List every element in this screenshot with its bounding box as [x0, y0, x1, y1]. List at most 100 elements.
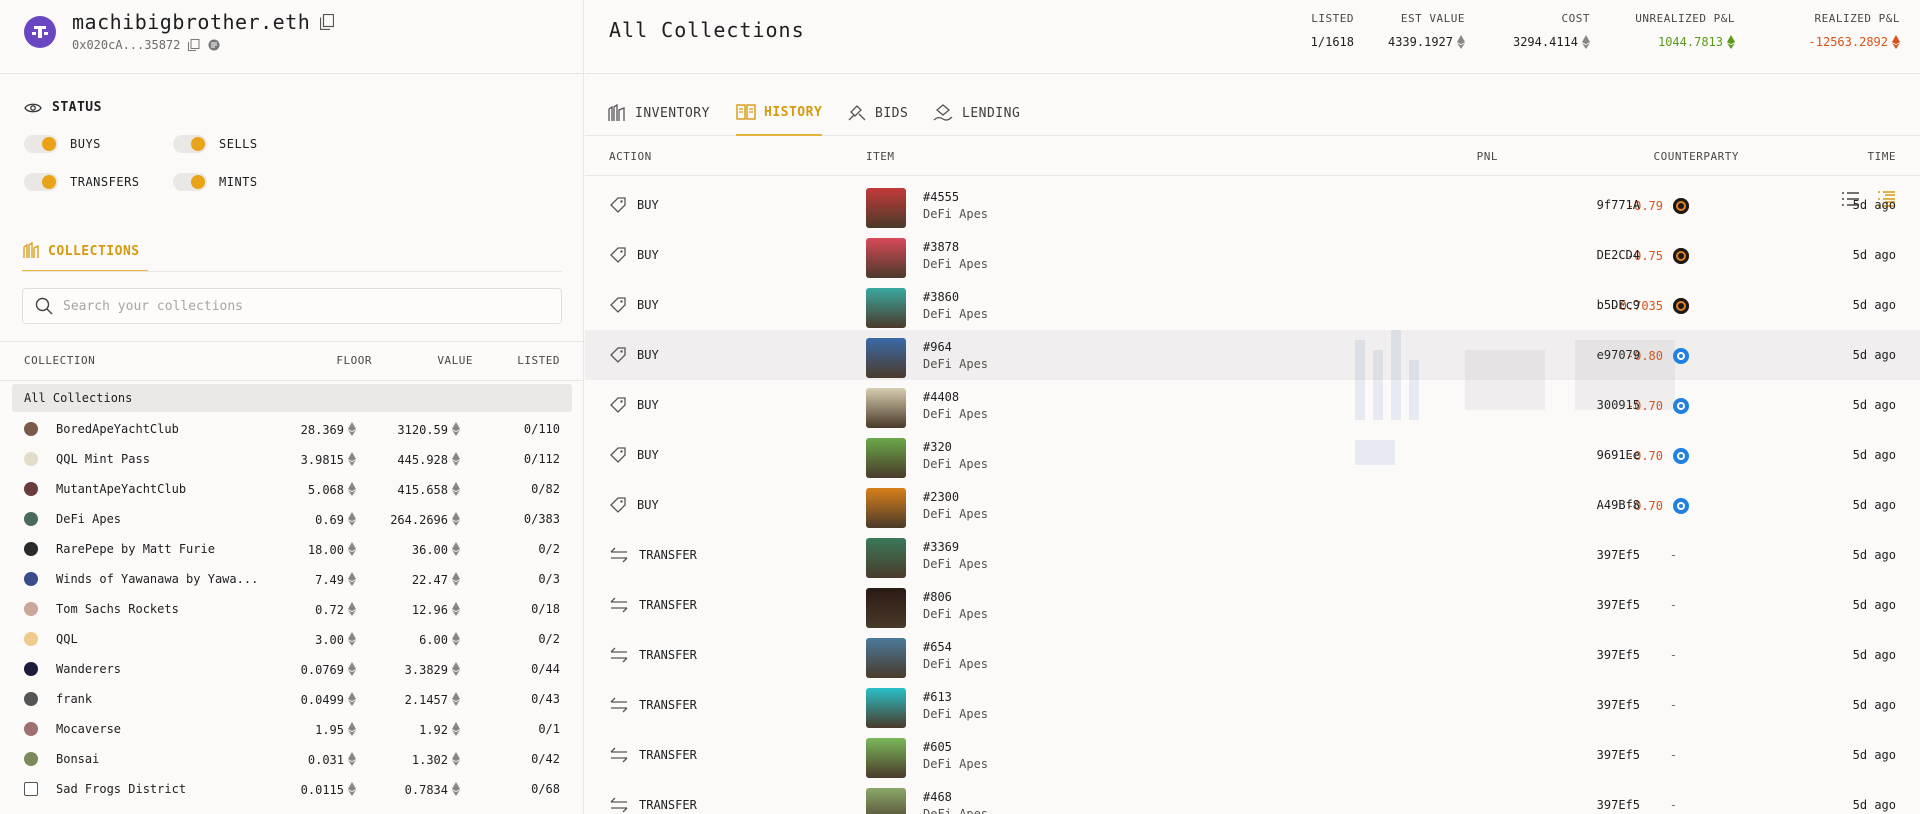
toggle-sells[interactable]: SELLS	[173, 135, 258, 153]
collection-floor: 0.72	[315, 602, 356, 617]
collection-row[interactable]: RarePepe by Matt Furie 18.00 36.00 0/2	[0, 534, 584, 564]
col-header-item: ITEM	[866, 150, 895, 163]
history-row[interactable]: BUY #4555 DeFi Apes -0.79 9f771A 5d ago	[585, 180, 1920, 230]
collection-row[interactable]: Sad Frogs District 0.0115 0.7834 0/68	[0, 774, 584, 804]
collection-icon	[24, 662, 38, 676]
collection-row[interactable]: MutantApeYachtClub 5.068 415.658 0/82	[0, 474, 584, 504]
collection-row[interactable]: Tom Sachs Rockets 0.72 12.96 0/18	[0, 594, 584, 624]
collection-row[interactable]: BoredApeYachtClub 28.369 3120.59 0/110	[0, 414, 584, 444]
toggle-switch[interactable]	[173, 135, 207, 153]
stat-listed: LISTED 1/1618	[1311, 12, 1354, 49]
col-header-floor[interactable]: FLOOR	[336, 354, 372, 367]
collection-icon	[24, 422, 38, 436]
stat-value: 3294.4114	[1512, 35, 1578, 49]
history-row[interactable]: TRANSFER #613 DeFi Apes -397Ef5 5d ago	[585, 680, 1920, 730]
toggle-switch[interactable]	[24, 135, 58, 153]
counterparty[interactable]: 397Ef5	[585, 598, 1920, 612]
history-table-header: ACTION ITEM PNL COUNTERPARTY TIME	[585, 136, 1920, 176]
stat-value-row: -12563.2892	[1809, 35, 1900, 49]
history-row[interactable]: BUY #4408 DeFi Apes -0.70 300915 5d ago	[585, 380, 1920, 430]
history-row[interactable]: BUY #320 DeFi Apes -0.70 9691Ee 5d ago	[585, 430, 1920, 480]
eth-icon	[452, 662, 460, 676]
collection-row[interactable]: Mocaverse 1.95 1.92 0/1	[0, 714, 584, 744]
history-row[interactable]: BUY #2300 DeFi Apes -0.70 A49Bf8 5d ago	[585, 480, 1920, 530]
tab-bids[interactable]: BIDS	[847, 90, 908, 136]
left-panel: machibigbrother.eth 0x020cA...35872 STAT…	[0, 0, 584, 814]
collection-row[interactable]: Bonsai 0.031 1.302 0/42	[0, 744, 584, 774]
counterparty[interactable]: 300915	[585, 398, 1920, 412]
counterparty[interactable]: 9691Ee	[585, 448, 1920, 462]
col-header-value[interactable]: VALUE	[437, 354, 473, 367]
toggle-transfers[interactable]: TRANSFERS	[24, 173, 140, 191]
eth-icon	[452, 452, 460, 466]
collection-row[interactable]: Wanderers 0.0769 3.3829 0/44	[0, 654, 584, 684]
history-row[interactable]: TRANSFER #806 DeFi Apes -397Ef5 5d ago	[585, 580, 1920, 630]
history-row[interactable]: BUY #3860 DeFi Apes -0.7035 b5DEc9 5d ago	[585, 280, 1920, 330]
time-ago: 5d ago	[1852, 798, 1896, 812]
tab-history[interactable]: HISTORY	[736, 90, 823, 136]
collection-value: 22.47	[412, 572, 460, 587]
time-ago: 5d ago	[1852, 348, 1896, 362]
counterparty[interactable]: 397Ef5	[585, 748, 1920, 762]
collection-search[interactable]	[22, 288, 562, 324]
toggle-switch[interactable]	[173, 173, 207, 191]
history-row[interactable]: TRANSFER #605 DeFi Apes -397Ef5 5d ago	[585, 730, 1920, 780]
collection-value: 6.00	[419, 632, 460, 647]
floor-value: 0.0115	[300, 783, 344, 797]
eth-icon	[1727, 35, 1735, 49]
toggle-buys[interactable]: BUYS	[24, 135, 101, 153]
collection-value: 2.1457	[405, 692, 460, 707]
copy-address-icon[interactable]	[188, 39, 200, 51]
etherscan-icon[interactable]	[208, 39, 220, 51]
tab-lending[interactable]: LENDING	[932, 90, 1020, 136]
collection-row[interactable]: QQL 3.00 6.00 0/2	[0, 624, 584, 654]
eth-icon	[1457, 35, 1465, 49]
counterparty[interactable]: A49Bf8	[585, 498, 1920, 512]
history-row[interactable]: BUY #3878 DeFi Apes -0.75 DE2CD4 5d ago	[585, 230, 1920, 280]
counterparty[interactable]: 397Ef5	[585, 698, 1920, 712]
counterparty[interactable]: 397Ef5	[585, 648, 1920, 662]
counterparty[interactable]: 397Ef5	[585, 548, 1920, 562]
col-header-collection[interactable]: COLLECTION	[24, 354, 95, 367]
collection-listed: 0/1	[538, 722, 560, 736]
stat-unrealized-pnl: UNREALIZED P&L 1044.7813	[1635, 12, 1735, 49]
collection-listed: 0/383	[523, 512, 560, 526]
counterparty[interactable]: e97079	[585, 348, 1920, 362]
col-header-listed[interactable]: LISTED	[517, 354, 560, 367]
tab-collections[interactable]: COLLECTIONS	[22, 232, 148, 272]
collection-listed: 0/18	[531, 602, 560, 616]
search-input[interactable]	[63, 298, 543, 314]
history-row[interactable]: TRANSFER #3369 DeFi Apes -397Ef5 5d ago	[585, 530, 1920, 580]
collection-row[interactable]: DeFi Apes 0.69 264.2696 0/383	[0, 504, 584, 534]
stat-cost: COST 3294.4114	[1513, 12, 1590, 49]
floor-value: 5.068	[307, 483, 344, 497]
counterparty[interactable]: b5DEc9	[585, 298, 1920, 312]
counterparty[interactable]: 397Ef5	[585, 798, 1920, 812]
collection-row[interactable]: Winds of Yawanawa by Yawa... 7.49 22.47 0/3	[0, 564, 584, 594]
collection-listed: 0/3	[538, 572, 560, 586]
history-row[interactable]: BUY #964 DeFi Apes -0.80 e97079 5d ago	[585, 330, 1920, 380]
inventory-icon	[608, 104, 625, 121]
eth-icon	[348, 452, 356, 466]
collection-icon	[24, 602, 38, 616]
collection-icon	[24, 632, 38, 646]
tab-label: INVENTORY	[635, 105, 710, 121]
copy-icon[interactable]	[320, 14, 335, 30]
all-collections-label: All Collections	[24, 391, 133, 405]
wallet-address-row: 0x020cA...35872	[72, 38, 220, 52]
collection-row-all[interactable]: All Collections	[12, 384, 572, 412]
toggle-mints[interactable]: MINTS	[173, 173, 258, 191]
avatar[interactable]	[24, 16, 56, 48]
toggle-switch[interactable]	[24, 173, 58, 191]
floor-value: 0.031	[307, 753, 344, 767]
collection-row[interactable]: QQL Mint Pass 3.9815 445.928 0/112	[0, 444, 584, 474]
history-row[interactable]: TRANSFER #468 DeFi Apes -397Ef5 5d ago	[585, 780, 1920, 814]
history-row[interactable]: TRANSFER #654 DeFi Apes -397Ef5 5d ago	[585, 630, 1920, 680]
tab-inventory[interactable]: INVENTORY	[607, 90, 710, 136]
col-header-counterparty: COUNTERPARTY	[1653, 150, 1739, 163]
counterparty[interactable]: 9f771A	[585, 198, 1920, 212]
counterparty[interactable]: DE2CD4	[585, 248, 1920, 262]
bids-icon	[848, 105, 866, 121]
eth-icon	[452, 572, 460, 586]
collection-row[interactable]: frank 0.0499 2.1457 0/43	[0, 684, 584, 714]
